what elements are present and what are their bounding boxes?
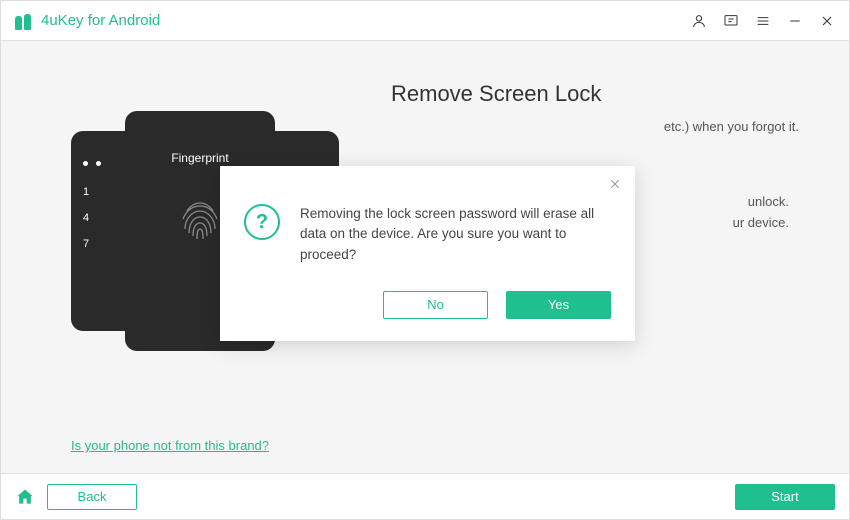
confirm-dialog: ? Removing the lock screen password will… — [220, 166, 635, 341]
home-button[interactable] — [15, 487, 35, 507]
question-icon: ? — [244, 204, 280, 240]
fingerprint-icon — [175, 189, 225, 245]
titlebar: 4uKey for Android — [1, 1, 849, 41]
dialog-close-icon[interactable] — [607, 176, 623, 192]
yes-button[interactable]: Yes — [506, 291, 611, 319]
app-logo-icon — [15, 12, 33, 30]
close-icon[interactable] — [819, 13, 835, 29]
no-button[interactable]: No — [383, 291, 488, 319]
app-title: 4uKey for Android — [41, 12, 160, 29]
feedback-icon[interactable] — [723, 13, 739, 29]
dialog-message: Removing the lock screen password will e… — [300, 204, 611, 265]
page-title: Remove Screen Lock — [391, 81, 809, 107]
menu-icon[interactable] — [755, 13, 771, 29]
user-icon[interactable] — [691, 13, 707, 29]
fingerprint-label: Fingerprint — [171, 151, 228, 165]
start-button[interactable]: Start — [735, 484, 835, 510]
brand-help-link[interactable]: Is your phone not from this brand? — [71, 438, 269, 453]
titlebar-right — [691, 13, 835, 29]
minimize-icon[interactable] — [787, 13, 803, 29]
titlebar-left: 4uKey for Android — [15, 12, 160, 30]
footer-bar: Back Start — [1, 473, 849, 519]
description-tail: etc.) when you forgot it. — [371, 119, 809, 134]
back-button[interactable]: Back — [47, 484, 137, 510]
